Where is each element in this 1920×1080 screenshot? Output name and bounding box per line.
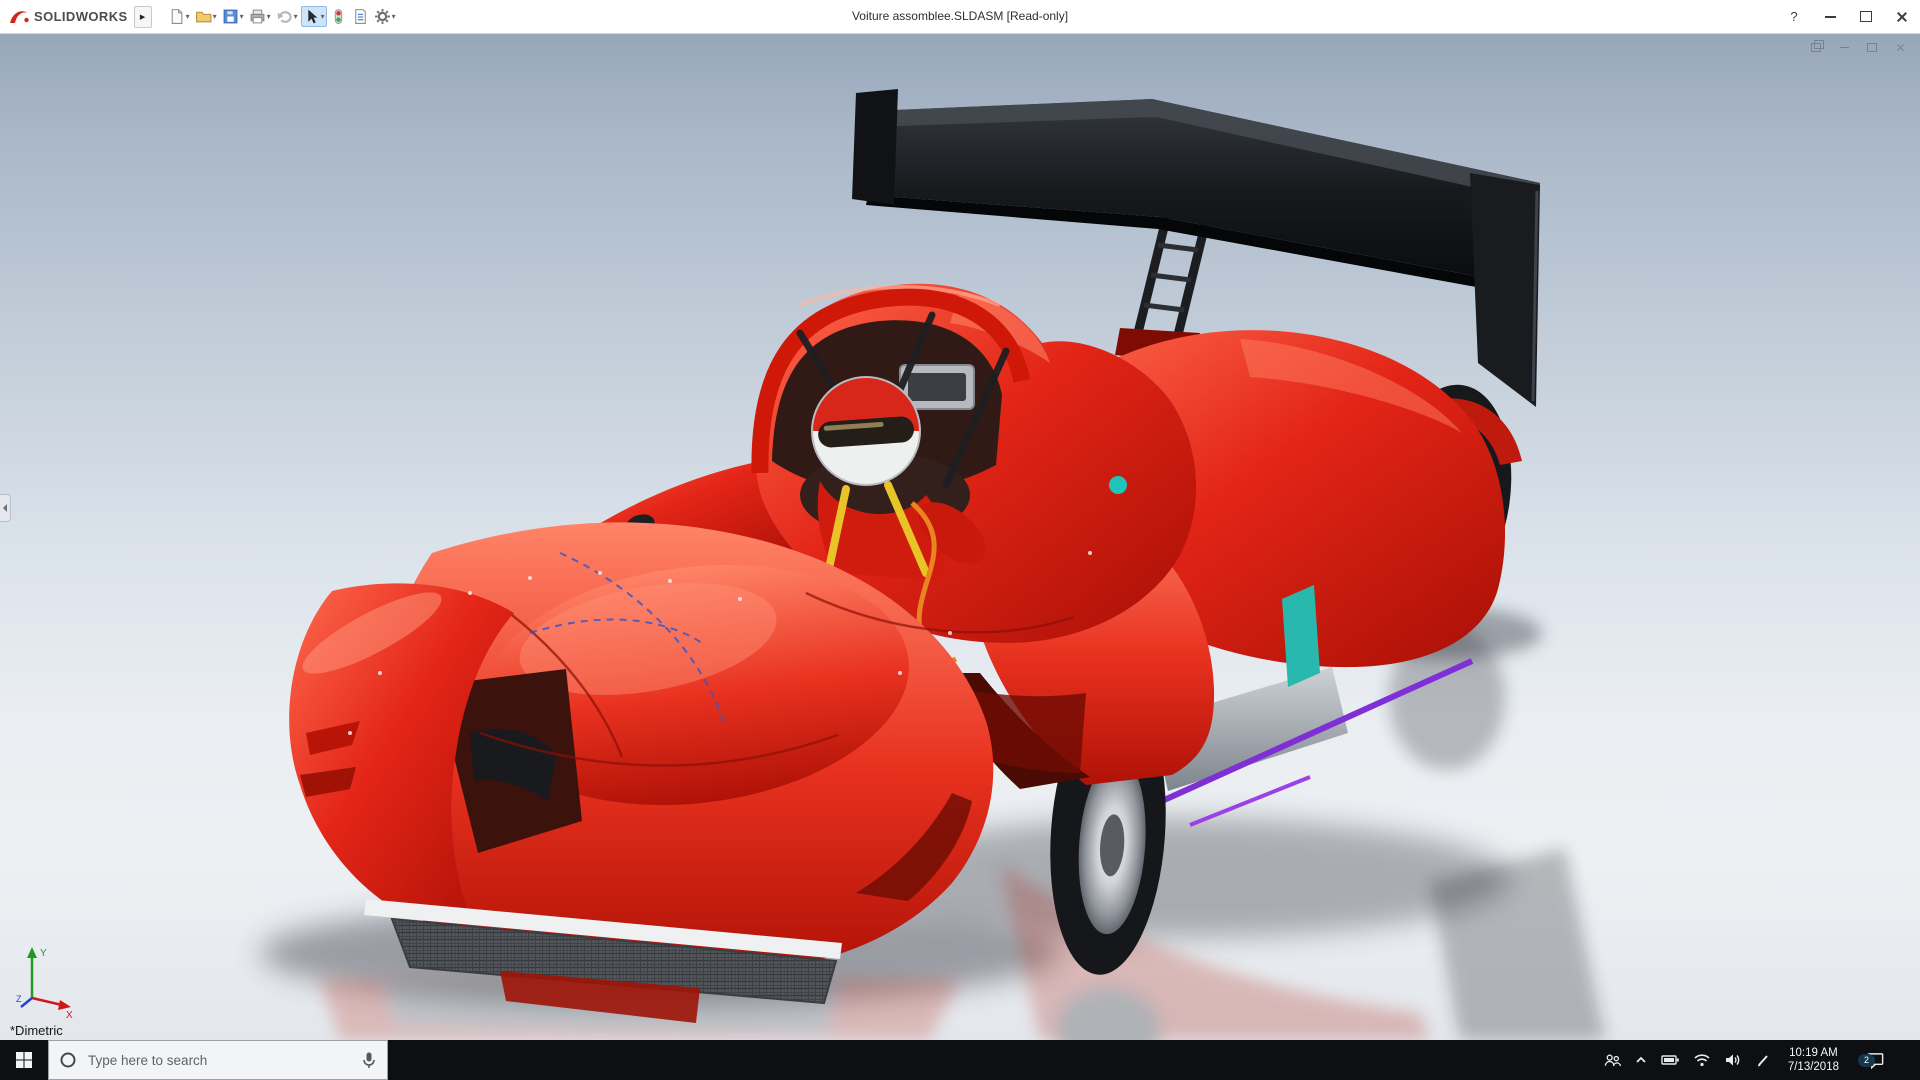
undo-icon [277,11,292,23]
graphics-area[interactable]: Y X Z *Dimetric [0,33,1920,1040]
wifi-icon[interactable] [1693,1052,1711,1068]
taskbar-solidworks[interactable]: SW 2017 [696,1040,740,1080]
taskbar-edge[interactable]: e [432,1040,476,1080]
brand-text: SOLIDWORKS [34,9,128,24]
driver-helmet[interactable] [811,376,921,486]
y-axis-label: Y [40,948,47,959]
new-document-button[interactable] [166,6,192,27]
wing-endplate-right [1470,173,1540,407]
restore-icon [1811,39,1824,52]
minimize-icon [1839,46,1849,48]
clock-time: 10:19 AM [1789,1047,1838,1059]
close-button[interactable] [1884,0,1920,33]
cortana-icon [60,1052,76,1068]
task-pane-collapse-tab[interactable] [0,494,11,522]
select-button[interactable] [300,6,327,27]
save-icon [223,9,237,24]
z-axis-label: Z [16,994,22,1004]
quick-access-toolbar [166,6,398,27]
menu-flyout-button[interactable] [133,5,152,28]
pen-icon[interactable] [1755,1052,1771,1068]
doc-restore-button[interactable] [1806,38,1826,56]
battery-icon[interactable] [1661,1052,1680,1068]
titlebar: SOLIDWORKS ▶ ▾ ▾ ▾ ▾ ▾ ▾ ▾ Voiture assom… [0,0,1920,34]
solidworks-window: SOLIDWORKS ▶ ▾ ▾ ▾ ▾ ▾ ▾ ▾ Voiture assom… [0,0,1920,1080]
taskbar-mail[interactable] [564,1040,608,1080]
search-input[interactable] [86,1051,352,1069]
minimize-button[interactable] [1812,0,1848,33]
chevron-up-icon[interactable] [1634,1053,1648,1067]
action-center-button[interactable]: 2 [1856,1051,1894,1070]
notification-badge: 2 [1858,1053,1875,1067]
y-axis-icon [27,947,37,958]
solidworks-logo: SOLIDWORKS [8,8,128,26]
task-view-button[interactable] [388,1040,432,1080]
wing-endplate-left [852,89,898,205]
doc-minimize-button[interactable] [1834,38,1854,56]
file-properties-button[interactable] [350,6,371,27]
windows-logo-icon [16,1052,32,1068]
ds-logo-icon [10,10,29,23]
open-button[interactable] [193,6,219,27]
clock-date: 7/13/2018 [1787,1061,1839,1073]
teal-door-panel [1282,585,1320,687]
3d-model-scene[interactable] [0,33,1920,1040]
windows-taskbar: e [0,1040,1920,1080]
gear-icon [374,9,390,24]
file-properties-icon [354,9,366,24]
people-icon[interactable] [1604,1052,1621,1069]
document-window-controls [1806,38,1910,56]
maximize-icon [1860,11,1872,22]
taskbar-cad-viewer[interactable] [652,1040,696,1080]
close-icon [1896,11,1908,23]
maximize-icon [1867,42,1877,52]
print-button[interactable] [247,6,273,27]
taskbar-file-explorer[interactable] [476,1040,520,1080]
x-axis-label: X [66,1010,73,1018]
taskbar-search[interactable] [48,1040,388,1080]
rebuild-icon [334,9,342,24]
print-icon [250,9,265,24]
taskbar-app-window[interactable] [608,1040,652,1080]
open-folder-icon [195,11,212,23]
new-document-icon [171,9,182,24]
options-button[interactable] [372,6,398,27]
undo-button[interactable] [274,6,300,27]
select-cursor-icon [307,9,317,24]
taskbar-clock[interactable]: 10:19 AM 7/13/2018 [1784,1046,1843,1074]
close-icon [1896,43,1905,52]
rebuild-button[interactable] [328,6,349,27]
taskbar-store[interactable] [520,1040,564,1080]
microphone-icon[interactable] [361,1051,377,1069]
save-button[interactable] [220,6,246,27]
view-orientation-label: *Dimetric [10,1023,63,1038]
x-axis-icon [58,1000,71,1010]
orientation-triad: Y X Z [16,947,73,1018]
teal-accent [1109,476,1127,494]
doc-close-button[interactable] [1890,38,1910,56]
start-button[interactable] [0,1040,48,1080]
maximize-button[interactable] [1848,0,1884,33]
doc-maximize-button[interactable] [1862,38,1882,56]
help-button[interactable]: ? [1776,0,1812,33]
minimize-icon [1824,15,1836,18]
system-tray: 10:19 AM 7/13/2018 2 [1604,1040,1920,1080]
window-controls: ? [1776,0,1920,33]
volume-icon[interactable] [1724,1052,1742,1068]
